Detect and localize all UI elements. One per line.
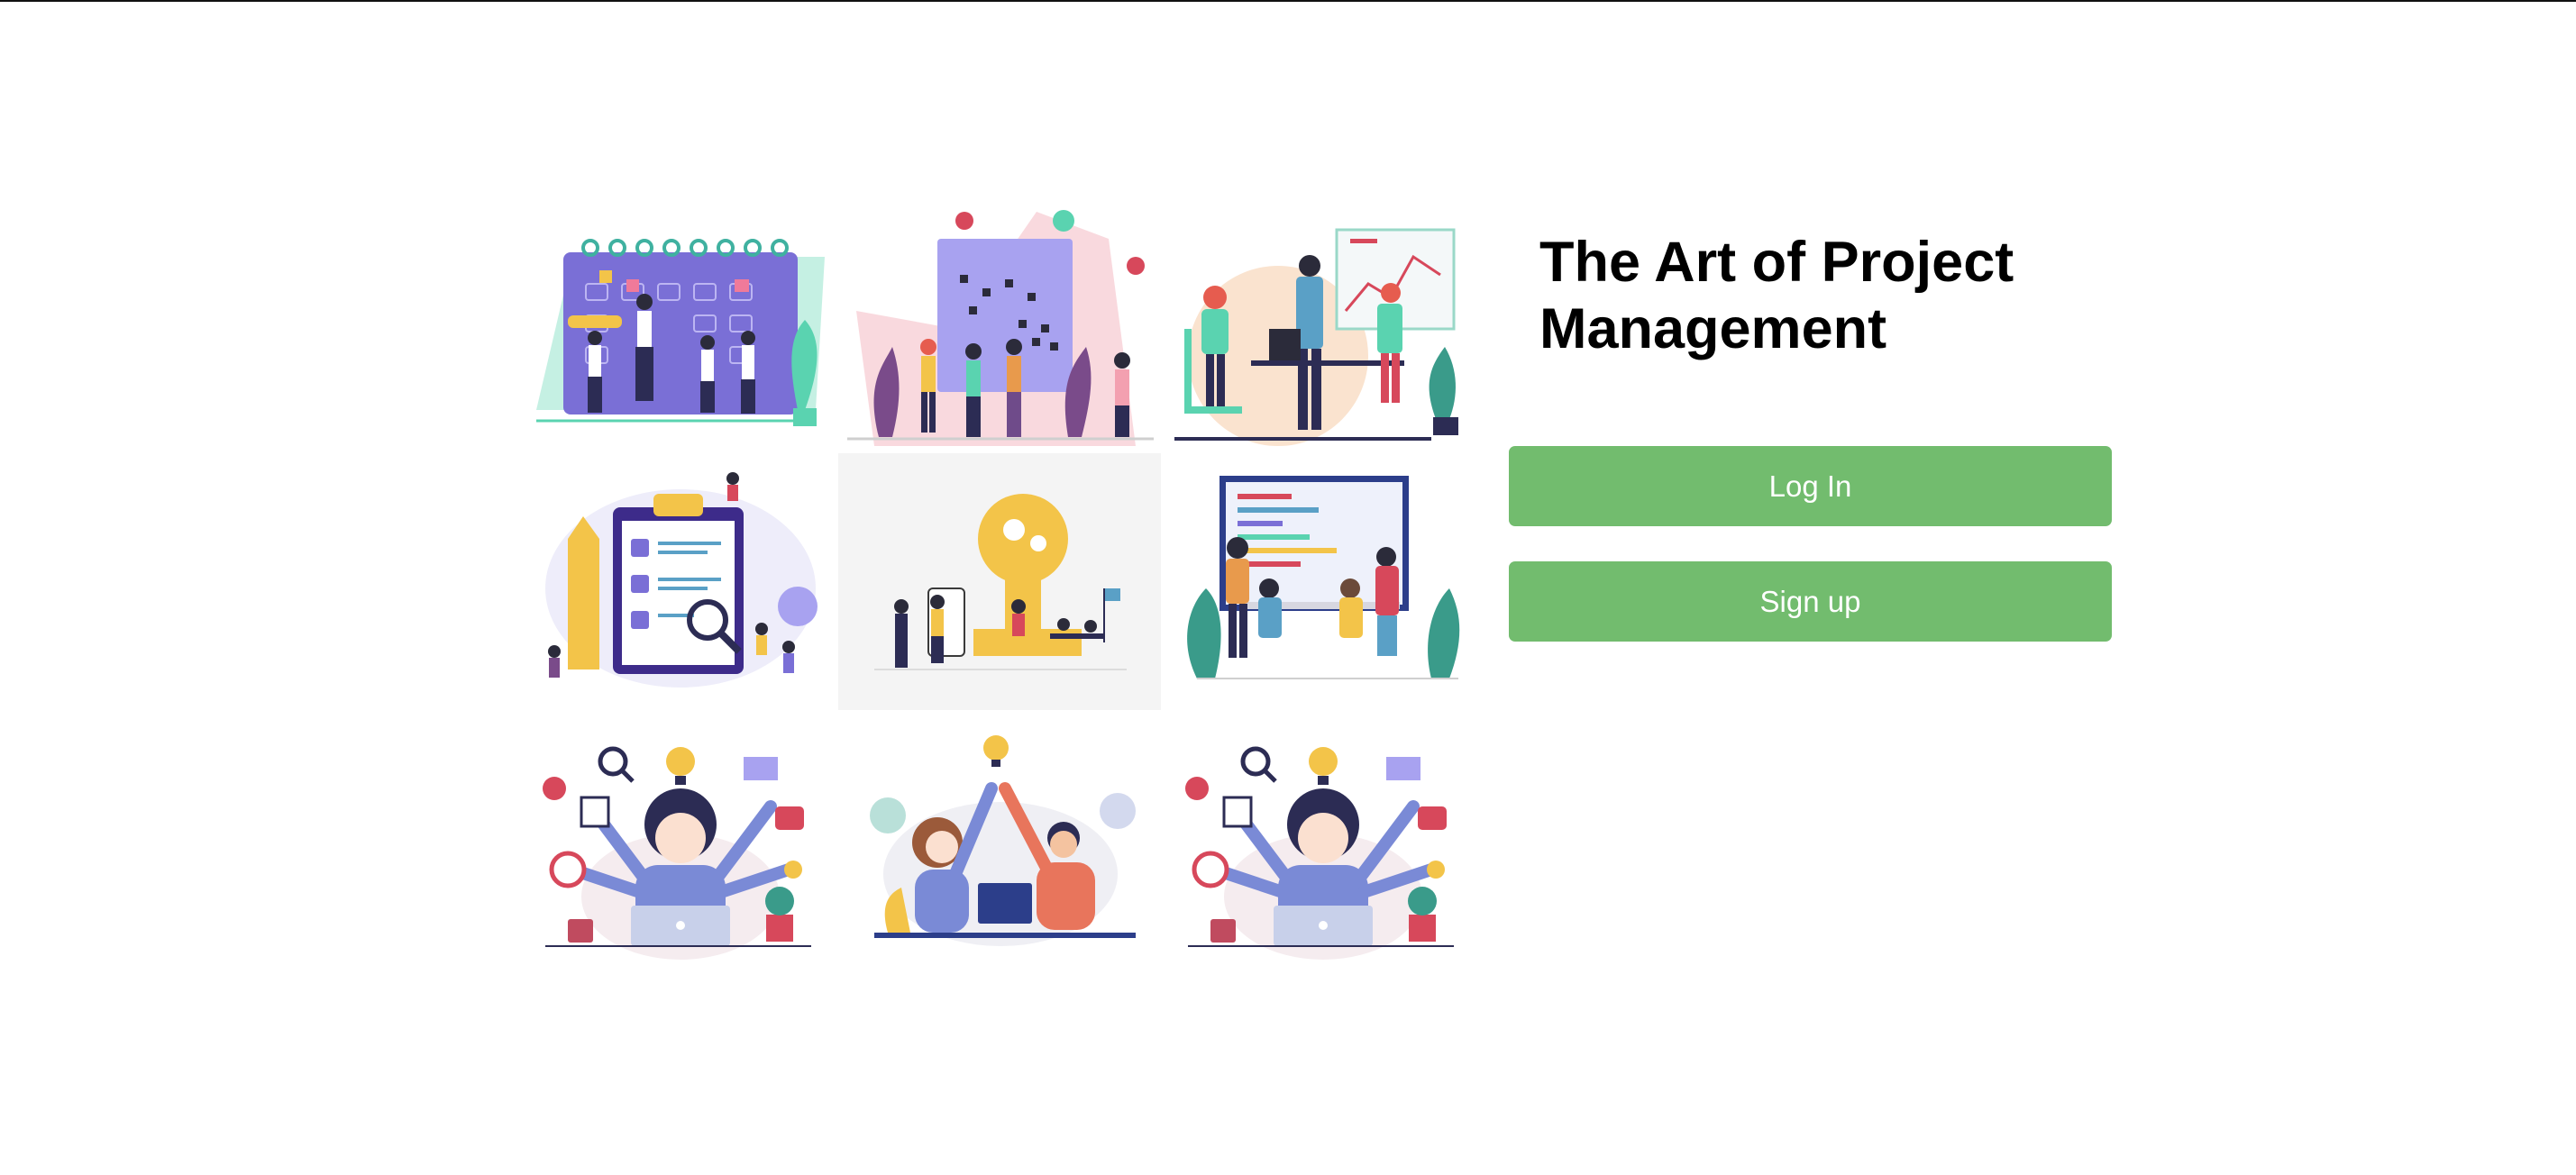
- high-five-colleagues-illustration: [838, 707, 1161, 964]
- calendar-team-illustration: [518, 203, 841, 460]
- dashboard-meeting-illustration: [1161, 453, 1484, 710]
- page-title: The Art of Project Management: [1539, 231, 2014, 360]
- sign-up-button[interactable]: Sign up: [1509, 561, 2112, 642]
- lightbulb-idea-team-illustration: [838, 453, 1161, 710]
- kanban-board-team-illustration: [838, 203, 1161, 460]
- checklist-clipboard-illustration: [518, 453, 841, 710]
- multitasking-woman-illustration: [518, 707, 841, 964]
- multitasking-woman-illustration: [1161, 707, 1484, 964]
- log-in-button[interactable]: Log In: [1509, 446, 2112, 526]
- top-border: [0, 0, 2576, 2]
- illustration-gallery: [518, 203, 1485, 973]
- office-chart-presentation-illustration: [1161, 203, 1484, 460]
